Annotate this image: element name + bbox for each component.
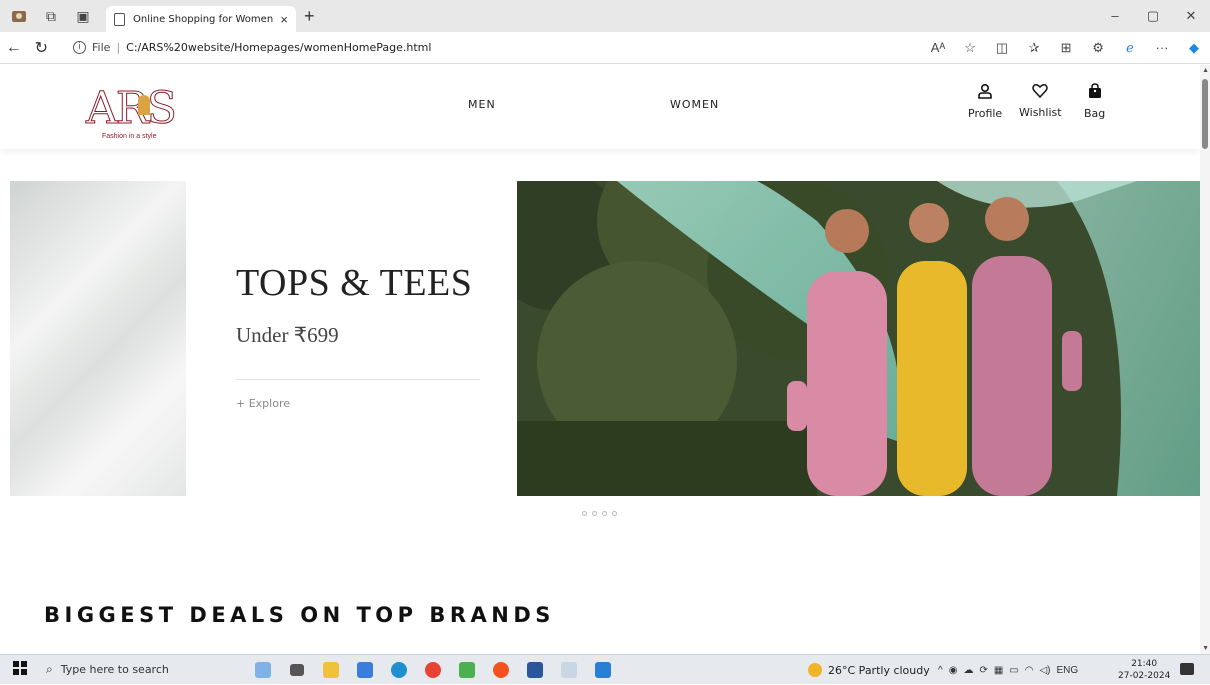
tray-app-icon[interactable]: ◉ [949, 665, 958, 676]
new-tab-button[interactable]: + [304, 6, 315, 27]
favorites-icon[interactable]: ✰ [1018, 40, 1050, 56]
url-field[interactable]: i File | C:/ARS%20website/Homepages/wome… [63, 35, 919, 60]
browser-tab-strip: ⧉ ▣ Online Shopping for Women × + – ▢ ✕ [0, 0, 1210, 32]
clock-date: 27-02-2024 [1118, 671, 1171, 681]
taskbar: ⌕ Type here to search 26°C Partly cloudy… [0, 654, 1210, 684]
file-explorer-icon[interactable] [314, 658, 348, 682]
language-indicator[interactable]: ENG [1057, 665, 1079, 676]
chrome-alt-icon[interactable] [484, 658, 518, 682]
tray-app-icon[interactable]: ⟳ [979, 665, 987, 676]
taskbar-apps [246, 658, 620, 682]
maximize-button[interactable]: ▢ [1134, 0, 1172, 32]
favorite-star-icon[interactable]: ☆ [954, 40, 986, 56]
profile-label: Profile [968, 107, 1003, 120]
clock-time: 21:40 [1131, 659, 1158, 669]
more-icon[interactable]: ··· [1146, 40, 1178, 55]
page-viewport: ARS Fashion in a style MEN WOMEN Profile… [0, 65, 1210, 654]
minimize-button[interactable]: – [1096, 0, 1134, 32]
browser-toolbar: Aᴬ ☆ ◫ ✰ ⊞ ⚙ ℯ ··· ◆ [922, 40, 1210, 56]
hero-fabric-image [10, 181, 186, 496]
tab-actions-icon[interactable]: ▣ [70, 3, 96, 29]
bag-button[interactable]: Bag [1084, 83, 1105, 120]
read-aloud-icon[interactable]: Aᴬ [922, 40, 954, 55]
carousel-dot[interactable] [612, 511, 617, 516]
app-icon[interactable] [246, 658, 280, 682]
start-icon[interactable] [0, 661, 40, 678]
heart-icon [1019, 83, 1062, 102]
hero-title: TOPS & TEES [236, 262, 473, 304]
tab-close-button[interactable]: × [280, 12, 288, 27]
info-icon[interactable]: i [73, 41, 87, 54]
split-screen-icon[interactable]: ◫ [986, 40, 1018, 56]
scroll-thumb[interactable] [1202, 79, 1208, 149]
section-title: BIGGEST DEALS ON TOP BRANDS [44, 603, 555, 627]
hero-divider [236, 379, 480, 380]
tab-active[interactable]: Online Shopping for Women × [106, 6, 296, 32]
edge-app-icon[interactable] [382, 658, 416, 682]
logo-accent [138, 95, 150, 115]
wifi-icon[interactable]: ◠ [1025, 665, 1034, 676]
volume-icon[interactable]: ◁) [1039, 665, 1050, 676]
url-scheme-label: File [92, 41, 111, 54]
task-view-icon[interactable] [280, 658, 314, 682]
site-header: ARS Fashion in a style MEN WOMEN Profile… [0, 65, 1200, 149]
carousel-dots [582, 511, 617, 516]
back-icon[interactable]: ← [0, 39, 28, 57]
profile-button[interactable]: Profile [968, 83, 1002, 120]
carousel-dot[interactable] [592, 511, 597, 516]
bag-label: Bag [1084, 107, 1106, 120]
photos-editor-icon[interactable] [586, 658, 620, 682]
system-tray: ^ ◉ ☁ ⟳ ▦ ▭ ◠ ◁) ENG [938, 655, 1084, 685]
taskbar-search[interactable]: ⌕ Type here to search [40, 655, 230, 685]
store-icon[interactable] [348, 658, 382, 682]
explore-link[interactable]: + Explore [236, 397, 290, 410]
onedrive-icon[interactable]: ☁ [963, 665, 973, 676]
tray-app-icon[interactable]: ▦ [994, 665, 1003, 676]
bag-icon [1084, 83, 1105, 103]
weather-widget[interactable]: 26°C Partly cloudy [808, 655, 930, 685]
url-text: C:/ARS%20website/Homepages/womenHomePage… [126, 41, 432, 54]
weather-icon [808, 663, 822, 677]
scroll-down-icon[interactable]: ▼ [1202, 645, 1209, 652]
page-icon [114, 12, 125, 26]
word-app-icon[interactable] [518, 658, 552, 682]
wishlist-label: Wishlist [1019, 106, 1062, 119]
extensions-icon[interactable]: ⚙ [1082, 40, 1114, 56]
carousel-dot[interactable] [602, 511, 607, 516]
tab-title: Online Shopping for Women [133, 13, 274, 25]
refresh-icon[interactable]: ↻ [28, 38, 56, 58]
user-icon [968, 83, 1002, 103]
window-controls: – ▢ ✕ [1096, 0, 1210, 32]
scroll-up-icon[interactable]: ▲ [1202, 67, 1209, 74]
wishlist-button[interactable]: Wishlist [1019, 83, 1062, 119]
weather-text: 26°C Partly cloudy [828, 663, 930, 677]
address-bar: ← ↻ i File | C:/ARS%20website/Homepages/… [0, 32, 1210, 64]
chrome-app-icon[interactable] [416, 658, 450, 682]
hero-photo[interactable] [517, 181, 1201, 496]
logo-text: ARS [85, 83, 177, 135]
chevron-up-icon[interactable]: ^ [938, 665, 943, 676]
logo-tagline: Fashion in a style [102, 133, 157, 140]
copilot-icon[interactable]: ◆ [1178, 40, 1210, 56]
edge-icon[interactable]: ℯ [1114, 40, 1146, 56]
photos-app-icon[interactable] [450, 658, 484, 682]
paint-app-icon[interactable] [552, 658, 586, 682]
search-placeholder: Type here to search [60, 663, 169, 676]
site-logo[interactable]: ARS Fashion in a style [85, 83, 206, 143]
url-separator: | [116, 41, 121, 54]
nav-women[interactable]: WOMEN [670, 98, 719, 111]
workspaces-icon[interactable]: ⧉ [38, 3, 64, 29]
clock[interactable]: 21:40 27-02-2024 [1118, 658, 1170, 682]
hero-subtitle: Under ₹699 [236, 323, 339, 347]
page-scrollbar[interactable]: ▲ ▼ [1200, 65, 1210, 654]
carousel-dot[interactable] [582, 511, 587, 516]
battery-icon[interactable]: ▭ [1009, 665, 1018, 676]
notification-icon[interactable] [1180, 663, 1194, 675]
profile-avatar-icon[interactable] [6, 3, 32, 29]
close-window-button[interactable]: ✕ [1172, 0, 1210, 32]
search-icon: ⌕ [46, 662, 53, 676]
collections-icon[interactable]: ⊞ [1050, 40, 1082, 56]
nav-men[interactable]: MEN [468, 98, 496, 111]
